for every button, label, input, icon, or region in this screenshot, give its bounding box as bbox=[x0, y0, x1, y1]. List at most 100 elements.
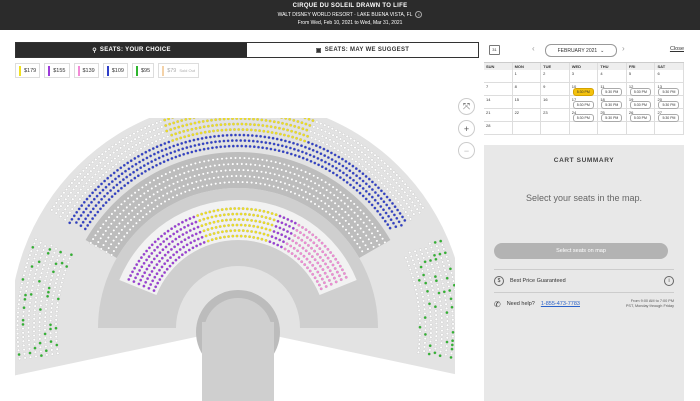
seat bbox=[27, 257, 30, 261]
showtime-button[interactable]: 5:30 PM bbox=[601, 88, 623, 96]
seat bbox=[169, 190, 173, 193]
seat bbox=[198, 242, 202, 246]
month-select[interactable]: FEBRUARY 2021 ⌄ bbox=[545, 44, 617, 57]
tab-your-choice[interactable]: ⚲ SEATS: YOUR CHOICE bbox=[16, 43, 247, 57]
seat bbox=[411, 192, 415, 196]
seat bbox=[295, 228, 299, 232]
prev-month-icon[interactable]: ‹ bbox=[532, 44, 535, 53]
seat bbox=[308, 230, 311, 234]
showtime-button[interactable]: 5:30 PM bbox=[629, 101, 651, 109]
seat bbox=[342, 178, 346, 182]
seat bbox=[428, 348, 432, 352]
showtime-button[interactable]: 5:30 PM bbox=[601, 101, 623, 109]
seat bbox=[304, 145, 307, 149]
seat bbox=[208, 177, 211, 181]
seat bbox=[339, 278, 343, 282]
seat bbox=[246, 229, 249, 233]
showtime-button[interactable]: 5:30 PM bbox=[658, 101, 680, 109]
seat bbox=[284, 145, 288, 149]
seat bbox=[178, 186, 181, 190]
showtime-button[interactable]: 5:30 PM bbox=[629, 114, 651, 122]
seat bbox=[405, 202, 409, 206]
close-calendar-link[interactable]: Close bbox=[670, 46, 684, 52]
seat bbox=[345, 181, 349, 184]
calendar-day[interactable]: 20 5:30 PM bbox=[655, 96, 685, 109]
seat bbox=[22, 306, 26, 310]
cart-title: CART SUMMARY bbox=[553, 157, 615, 164]
seat bbox=[178, 131, 182, 134]
seat bbox=[18, 294, 22, 298]
seat bbox=[116, 168, 119, 172]
showtime-button[interactable]: 5:30 PM bbox=[601, 114, 623, 122]
seat bbox=[416, 199, 420, 203]
seat bbox=[182, 129, 186, 133]
seat bbox=[452, 279, 455, 283]
calendar-day[interactable]: 12 5:30 PM bbox=[626, 83, 656, 96]
seat bbox=[46, 251, 50, 255]
calendar-day[interactable]: 17 5:30 PM bbox=[569, 96, 599, 109]
seat-map[interactable] bbox=[15, 118, 455, 401]
seat bbox=[202, 147, 206, 151]
seat bbox=[133, 137, 137, 141]
calendar-day[interactable]: 10 5:30 PM bbox=[569, 83, 599, 96]
calendar-day[interactable]: 24 5:30 PM bbox=[569, 109, 599, 122]
seat bbox=[140, 265, 144, 269]
calendar-day[interactable]: 18 5:30 PM bbox=[598, 96, 627, 109]
next-month-icon[interactable]: › bbox=[622, 44, 625, 53]
calendar-icon[interactable]: 31 bbox=[489, 45, 500, 55]
showtime-button[interactable]: 5:30 PM bbox=[629, 88, 651, 96]
calendar-day[interactable]: 19 5:30 PM bbox=[626, 96, 656, 109]
seat bbox=[49, 278, 53, 282]
info-icon[interactable]: i bbox=[664, 276, 674, 286]
calendar-day[interactable]: 25 5:30 PM bbox=[598, 109, 627, 122]
seat bbox=[140, 152, 144, 156]
seat bbox=[160, 234, 163, 238]
seat bbox=[383, 161, 387, 165]
price-filter-95[interactable]: $95 bbox=[132, 63, 155, 78]
seat bbox=[258, 209, 262, 212]
calendar-day[interactable]: 27 5:30 PM bbox=[655, 109, 685, 122]
seat bbox=[218, 163, 221, 167]
price-filter-109[interactable]: $109 bbox=[102, 63, 128, 78]
showtime-button[interactable]: 5:30 PM bbox=[658, 88, 680, 96]
fit-to-screen-button[interactable]: ⤧ bbox=[458, 98, 475, 115]
seat bbox=[266, 130, 270, 134]
price-filter-139[interactable]: $139 bbox=[73, 63, 99, 78]
seat bbox=[257, 123, 261, 127]
showtime-button[interactable]: 5:30 PM bbox=[572, 101, 594, 109]
seat bbox=[129, 159, 133, 163]
calendar-day[interactable]: 11 5:30 PM bbox=[598, 83, 627, 96]
calendar-day[interactable]: 26 5:30 PM bbox=[626, 109, 656, 122]
price-filter-179[interactable]: $179 bbox=[15, 63, 41, 78]
price-filter-155[interactable]: $155 bbox=[44, 63, 70, 78]
seat bbox=[37, 260, 41, 264]
select-seats-button[interactable]: Select seats on map bbox=[494, 243, 668, 259]
seat bbox=[293, 153, 297, 157]
seat bbox=[54, 262, 58, 266]
seat bbox=[18, 357, 21, 361]
seat bbox=[295, 167, 299, 170]
day-number: 16 bbox=[543, 97, 548, 102]
showtime-button[interactable]: 5:30 PM bbox=[572, 114, 594, 122]
seat bbox=[396, 208, 400, 212]
seat bbox=[323, 154, 327, 157]
zoom-out-button[interactable]: − bbox=[458, 142, 475, 159]
seat bbox=[121, 218, 124, 222]
seat bbox=[408, 251, 412, 255]
showtime-button[interactable]: 5:30 PM bbox=[572, 88, 594, 96]
seat bbox=[170, 227, 174, 231]
seat bbox=[428, 310, 432, 314]
seat bbox=[56, 297, 60, 301]
info-icon[interactable]: i bbox=[415, 11, 423, 18]
seat bbox=[145, 212, 148, 216]
seat bbox=[376, 156, 380, 160]
zoom-in-button[interactable]: + bbox=[458, 120, 475, 137]
seat bbox=[146, 204, 150, 207]
phone-link[interactable]: 1-855-473-7783 bbox=[541, 301, 580, 307]
calendar-day[interactable]: 13 5:30 PM bbox=[655, 83, 685, 96]
showtime-button[interactable]: 5:30 PM bbox=[658, 114, 680, 122]
tab-may-we-suggest[interactable]: ▣ SEATS: MAY WE SUGGEST bbox=[247, 43, 478, 57]
seat bbox=[163, 253, 167, 257]
seat bbox=[43, 328, 47, 332]
seat bbox=[114, 177, 117, 181]
